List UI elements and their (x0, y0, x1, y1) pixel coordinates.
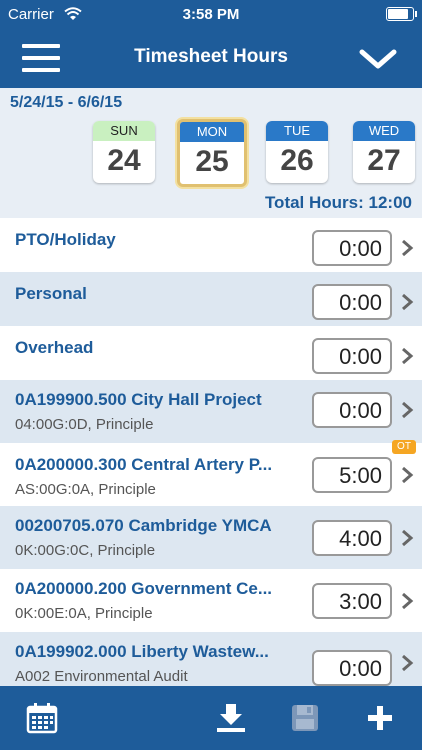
total-hours: Total Hours: 12:00 (264, 193, 412, 212)
hours-field[interactable]: 4:00 (312, 520, 392, 556)
chevron-right-icon (402, 347, 414, 365)
date-range: 5/24/15 - 6/6/15 (10, 94, 123, 111)
row-sublabel: 0K:00E:0A, Principle (15, 605, 153, 622)
row-label: 00200705.070 Cambridge YMCA (15, 516, 272, 535)
row-sublabel: 04:00G:0D, Principle (15, 416, 154, 433)
chevron-right-icon (402, 654, 414, 672)
hours-field[interactable]: 0:00 (312, 650, 392, 686)
day-number: 24 (107, 144, 141, 177)
timesheet-row[interactable]: Personal 0:00 (0, 272, 422, 326)
chevron-right-icon (402, 293, 414, 311)
chevron-right-icon (402, 592, 414, 610)
row-sublabel: 0K:00G:0C, Principle (15, 542, 156, 559)
hours-field[interactable]: 0:00 (312, 230, 392, 266)
chevron-right-icon (402, 466, 414, 484)
nav-bar: Timesheet Hours (0, 28, 422, 88)
timesheet-row[interactable]: 0A199902.000 Liberty Wastew... A002 Envi… (0, 632, 422, 686)
timesheet-row[interactable]: 00200705.070 Cambridge YMCA 0K:00G:0C, P… (0, 506, 422, 569)
battery-icon (386, 7, 417, 21)
hours-field[interactable]: 0:00 (312, 284, 392, 320)
day-number: 27 (367, 144, 401, 177)
hours-field[interactable]: 0:00 (312, 338, 392, 374)
day-number: 26 (280, 144, 314, 177)
row-label: Overhead (15, 338, 94, 357)
row-label: 0A199900.500 City Hall Project (15, 390, 262, 409)
bottom-toolbar (0, 686, 422, 750)
day-name: SUN (93, 121, 155, 141)
status-bar: Carrier 3:58 PM (0, 0, 422, 28)
row-label: 0A200000.300 Central Artery P... (15, 455, 273, 474)
calendar-icon[interactable] (26, 702, 58, 734)
day-mon[interactable]: MON 25 (177, 119, 247, 187)
row-label: 0A200000.200 Government Ce... (15, 579, 273, 598)
hours-field[interactable]: 3:00 (312, 583, 392, 619)
plus-icon[interactable] (366, 704, 394, 732)
overtime-badge: OT (392, 440, 416, 454)
chevron-right-icon (402, 401, 414, 419)
day-name: WED (353, 121, 415, 141)
timesheet-row[interactable]: 0A200000.300 Central Artery P... AS:00G:… (0, 440, 422, 506)
day-wed[interactable]: WED 27 (353, 121, 415, 183)
chevron-right-icon (402, 529, 414, 547)
row-label: Personal (15, 284, 87, 303)
save-icon[interactable] (291, 704, 319, 732)
day-tue[interactable]: TUE 26 (266, 121, 328, 183)
row-label: 0A199902.000 Liberty Wastew... (15, 642, 269, 661)
day-number: 25 (195, 145, 229, 178)
row-sublabel: AS:00G:0A, Principle (15, 481, 156, 498)
timesheet-row[interactable]: Overhead 0:00 (0, 326, 422, 380)
day-sun[interactable]: SUN 24 (93, 121, 155, 183)
battery-fill (388, 9, 408, 19)
day-name: MON (180, 122, 244, 142)
chevron-down-icon[interactable] (358, 44, 398, 72)
download-icon[interactable] (214, 702, 248, 734)
row-label: PTO/Holiday (15, 230, 116, 249)
chevron-right-icon (402, 239, 414, 257)
row-sublabel: A002 Environmental Audit (15, 668, 188, 685)
clock: 3:58 PM (182, 6, 240, 23)
hours-field[interactable]: 5:00 (312, 457, 392, 493)
timesheet-row[interactable]: 0A200000.200 Government Ce... 0K:00E:0A,… (0, 569, 422, 632)
timesheet-row[interactable]: 0A199900.500 City Hall Project 04:00G:0D… (0, 380, 422, 443)
timesheet-row[interactable]: PTO/Holiday 0:00 (0, 218, 422, 272)
week-panel: 5/24/15 - 6/6/15 SUN 24 MON 25 TUE 26 WE… (0, 88, 422, 218)
hours-field[interactable]: 0:00 (312, 392, 392, 428)
day-name: TUE (266, 121, 328, 141)
